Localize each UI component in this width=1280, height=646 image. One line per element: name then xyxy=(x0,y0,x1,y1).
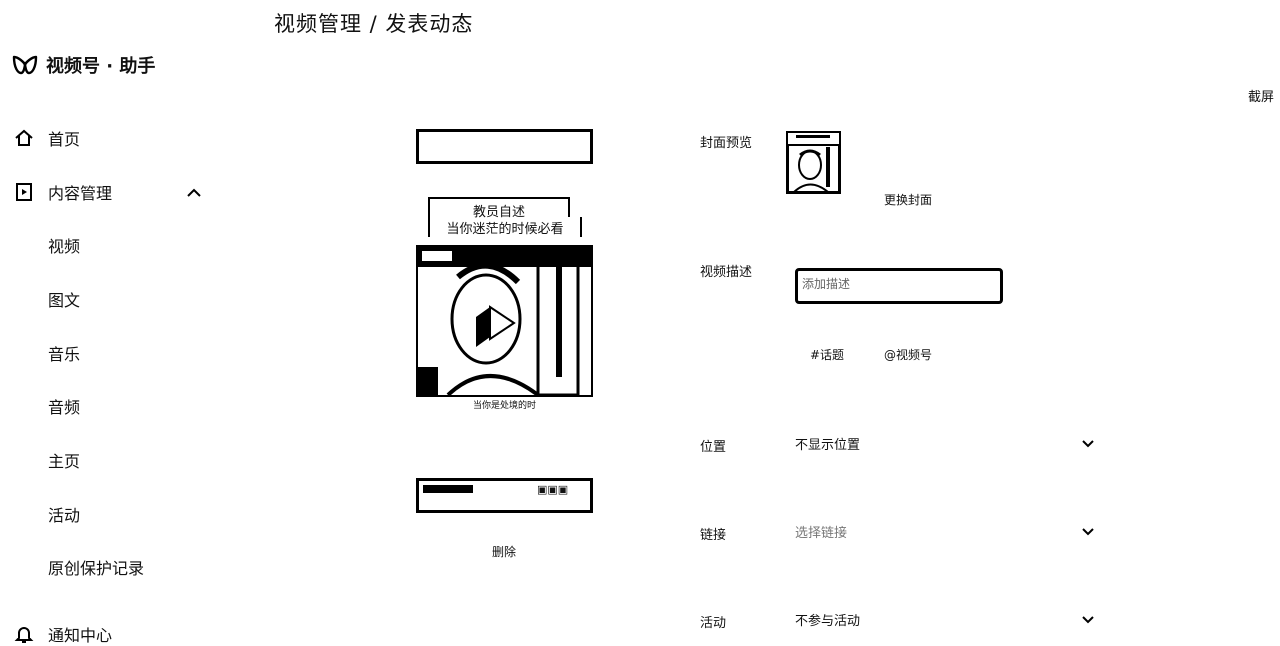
video-preview[interactable] xyxy=(416,245,593,397)
link-label: 链接 xyxy=(700,528,727,543)
brand-name: 视频号 · 助手 xyxy=(46,56,156,77)
cover-label: 封面预览 xyxy=(700,136,753,151)
channels-logo-icon xyxy=(12,55,38,75)
preview-top-bar xyxy=(416,129,593,164)
sidebar-subitem-homepage[interactable]: 主页 xyxy=(48,448,80,472)
video-caption: 当你是处境的时 xyxy=(472,401,536,411)
content-play-icon xyxy=(14,182,34,202)
chevron-down-icon xyxy=(1082,527,1094,535)
progress-indicator xyxy=(423,485,473,493)
description-input[interactable]: 添加描述 xyxy=(795,268,1003,304)
location-value: 不显示位置 xyxy=(795,438,861,453)
description-label: 视频描述 xyxy=(700,265,753,280)
sidebar-item-label: 通知中心 xyxy=(48,626,113,645)
sidebar-item-label: 首页 xyxy=(48,130,81,149)
sidebar-item-home[interactable]: 首页 xyxy=(14,126,80,150)
cover-image xyxy=(788,133,839,192)
location-select[interactable]: 不显示位置 xyxy=(795,434,1095,453)
link-placeholder: 选择链接 xyxy=(795,526,848,541)
sidebar-subitem-posts[interactable]: 图文 xyxy=(48,287,80,311)
bell-icon xyxy=(14,624,34,644)
sidebar-item-content[interactable]: 内容管理 xyxy=(14,180,112,204)
topic-tag-button[interactable]: #话题 xyxy=(810,346,844,363)
replace-cover-button[interactable]: 更换封面 xyxy=(884,191,932,208)
cover-thumbnail[interactable] xyxy=(786,131,841,194)
chevron-down-icon xyxy=(1082,439,1094,447)
sidebar-subitem-video[interactable]: 视频 xyxy=(48,233,80,257)
sidebar-subitem-activity[interactable]: 活动 xyxy=(48,502,80,526)
sidebar-subitem-audio[interactable]: 音频 xyxy=(48,394,80,418)
screenshot-button[interactable]: 截屏 xyxy=(1248,86,1274,105)
play-icon[interactable] xyxy=(480,303,520,343)
sidebar-subitem-originality[interactable]: 原创保护记录 xyxy=(48,555,144,579)
location-label: 位置 xyxy=(700,440,727,455)
chevron-down-icon xyxy=(1082,615,1094,623)
delete-button[interactable]: 删除 xyxy=(492,543,516,560)
activity-label: 活动 xyxy=(700,616,727,631)
overlay-title-box: 教员自述 xyxy=(428,197,570,220)
sidebar-item-label: 内容管理 xyxy=(48,184,113,203)
link-select[interactable]: 选择链接 xyxy=(795,522,1095,541)
activity-value: 不参与活动 xyxy=(795,614,861,629)
mention-tag-button[interactable]: @视频号 xyxy=(884,346,932,363)
overlay-subtitle: 当你迷茫的时候必看 xyxy=(446,222,564,237)
player-control-bar[interactable]: ▣▣▣ xyxy=(416,478,593,513)
sidebar-item-notifications[interactable]: 通知中心 xyxy=(14,622,112,646)
activity-select[interactable]: 不参与活动 xyxy=(795,610,1095,629)
player-controls-icon[interactable]: ▣▣▣ xyxy=(537,483,568,496)
brand: 视频号 · 助手 xyxy=(12,52,155,78)
sidebar-subitem-music[interactable]: 音乐 xyxy=(48,341,80,365)
page-title: 视频管理 / 发表动态 xyxy=(274,12,474,36)
chevron-up-icon[interactable] xyxy=(186,183,202,202)
overlay-subtitle-box: 当你迷茫的时候必看 xyxy=(428,217,582,237)
home-icon xyxy=(14,128,34,148)
